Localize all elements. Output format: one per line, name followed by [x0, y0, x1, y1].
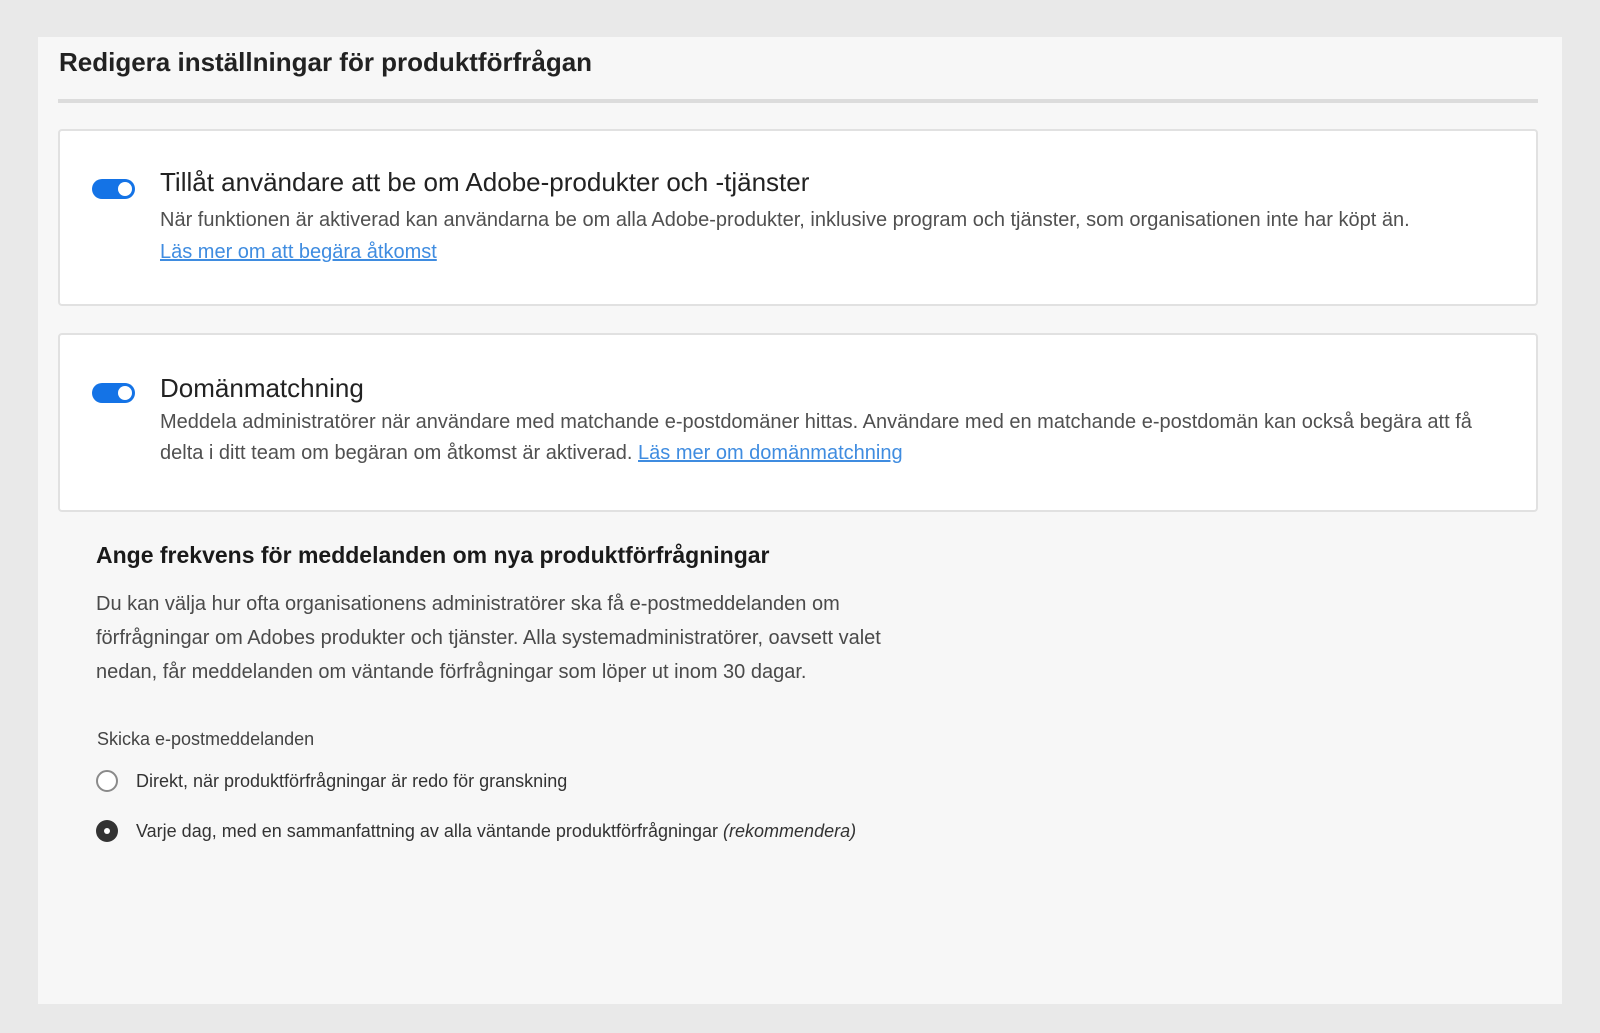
page-title: Redigera inställningar för produktförfrå… [59, 47, 593, 77]
settings-panel: Redigera inställningar för produktförfrå… [38, 37, 1562, 1004]
title-divider [58, 99, 1538, 103]
radio-button-daily[interactable] [96, 820, 118, 842]
toggle-knob [118, 386, 132, 400]
email-frequency-label: Skicka e-postmeddelanden [97, 729, 315, 749]
request-access-learn-more-link[interactable]: Läs mer om att begära åtkomst [160, 241, 437, 263]
toggle-knob [118, 182, 132, 196]
request-access-card: Tillåt användare att be om Adobe-produkt… [58, 129, 1538, 306]
radio-label-direct: Direkt, när produktförfrågningar är redo… [136, 771, 567, 792]
frequency-title: Ange frekvens för meddelanden om nya pro… [96, 542, 770, 568]
domain-matching-heading: Domänmatchning [160, 373, 364, 403]
request-access-toggle[interactable] [92, 179, 135, 199]
domain-matching-card: Domänmatchning Meddela administratörer n… [58, 333, 1538, 512]
radio-option-daily[interactable]: Varje dag, med en sammanfattning av alla… [96, 820, 856, 842]
request-access-heading: Tillåt användare att be om Adobe-produkt… [160, 167, 810, 197]
radio-label-text: Varje dag, med en sammanfattning av alla… [136, 820, 719, 841]
domain-matching-learn-more-link[interactable]: Läs mer om domänmatchning [638, 442, 903, 464]
recommended-suffix: (rekommendera) [723, 820, 857, 841]
request-access-description: När funktionen är aktiverad kan användar… [160, 209, 1410, 231]
radio-selected-dot [104, 828, 110, 834]
radio-label-text: Direkt, när produktförfrågningar är redo… [136, 770, 568, 791]
domain-matching-description-block: Meddela administratörer när användare me… [160, 407, 1490, 469]
domain-matching-toggle[interactable] [92, 383, 135, 403]
radio-button-direct[interactable] [96, 770, 118, 792]
radio-label-daily: Varje dag, med en sammanfattning av alla… [136, 821, 856, 842]
frequency-description: Du kan välja hur ofta organisationens ad… [96, 593, 881, 683]
radio-option-direct[interactable]: Direkt, när produktförfrågningar är redo… [96, 770, 567, 792]
